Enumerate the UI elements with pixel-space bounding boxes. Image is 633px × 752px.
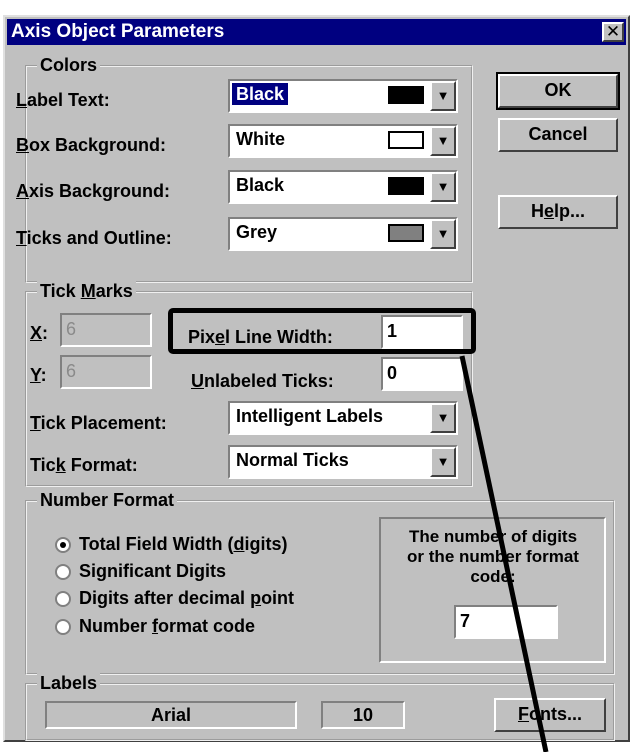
- callout-arrow: [459, 355, 549, 752]
